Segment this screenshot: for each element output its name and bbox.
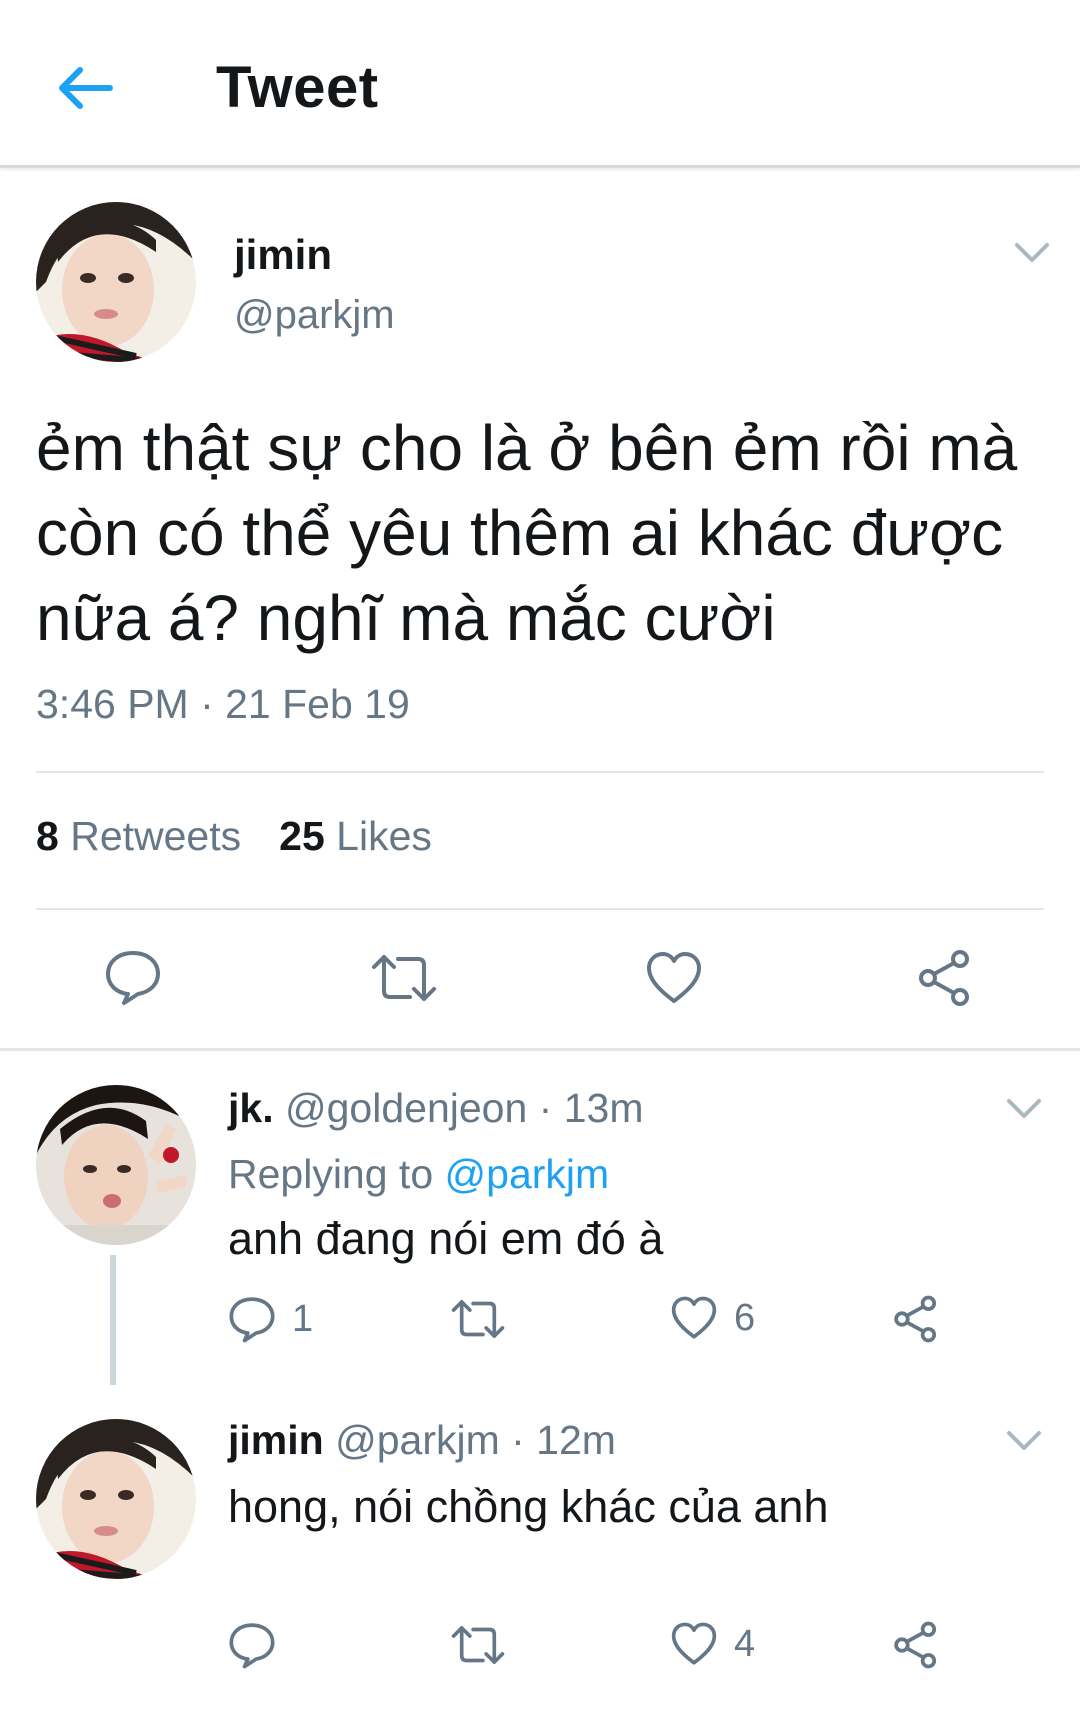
reply-time: · 12m xyxy=(511,1417,616,1463)
retweet-icon xyxy=(372,955,436,1001)
like-count: 4 xyxy=(734,1622,756,1665)
mention-link[interactable]: @parkjm xyxy=(445,1151,610,1197)
replying-to: Replying to @parkjm xyxy=(228,1151,610,1197)
share-icon xyxy=(919,950,969,1006)
retweet-button[interactable] xyxy=(450,1623,522,1667)
tweet-text: ẻm thật sự cho là ở bên ẻm rồi mà còn có… xyxy=(36,412,1018,654)
reply-header: jimin @parkjm · 12m xyxy=(228,1417,616,1464)
top-app-bar: Tweet xyxy=(0,0,1080,168)
reply-icon xyxy=(106,951,160,1005)
tweet-timestamp[interactable]: 3:46 PM · 21 Feb 19 xyxy=(36,681,410,728)
reply-time: · 13m xyxy=(538,1085,644,1131)
back-button[interactable] xyxy=(50,52,122,124)
reply-header: jk. @goldenjeon · 13m xyxy=(228,1085,643,1132)
heart-icon xyxy=(671,1622,717,1665)
reply-text: hong, nói chồng khác của anh xyxy=(228,1481,829,1532)
chevron-down-icon xyxy=(1007,1431,1041,1450)
avatar[interactable] xyxy=(36,1419,196,1579)
reply-button[interactable] xyxy=(104,948,162,1006)
engagement-stats: 8 Retweets 25 Likes xyxy=(36,813,432,860)
avatar[interactable] xyxy=(36,202,196,362)
arrow-left-icon xyxy=(59,67,113,109)
more-options-button[interactable] xyxy=(1000,1417,1048,1465)
retweets-stat[interactable]: 8 Retweets xyxy=(36,813,241,860)
reply-icon xyxy=(229,1623,275,1669)
author-name[interactable]: jimin xyxy=(228,1417,324,1463)
author-name[interactable]: jimin xyxy=(234,231,332,279)
reply-tweet[interactable]: jk. @goldenjeon · 13m Replying to @parkj… xyxy=(0,1055,1080,1385)
like-count: 6 xyxy=(734,1296,756,1339)
more-options-button[interactable] xyxy=(1000,1085,1048,1133)
like-button[interactable]: 4 xyxy=(670,1622,755,1666)
heart-icon xyxy=(671,1296,717,1339)
author-handle[interactable]: @parkjm xyxy=(335,1417,500,1463)
retweet-icon xyxy=(451,1626,505,1664)
author-name[interactable]: jk. xyxy=(228,1085,274,1131)
like-button[interactable]: 6 xyxy=(670,1296,755,1340)
reply-text: anh đang nói em đó à xyxy=(228,1213,664,1264)
reply-tweet[interactable]: jimin @parkjm · 12m hong, nói chồng khác… xyxy=(0,1385,1080,1705)
share-icon xyxy=(894,1621,937,1669)
author-handle[interactable]: @parkjm xyxy=(234,293,395,338)
divider xyxy=(36,771,1044,773)
chevron-down-icon xyxy=(1015,243,1049,262)
share-button[interactable] xyxy=(892,1295,940,1343)
thread-connector xyxy=(110,1255,116,1385)
main-tweet: jimin @parkjm ẻm thật sự cho là ở bên ẻm… xyxy=(0,171,1080,1051)
retweet-icon xyxy=(451,1300,505,1338)
reply-count: 1 xyxy=(292,1297,314,1340)
share-icon xyxy=(894,1295,937,1343)
like-button[interactable] xyxy=(645,951,703,1005)
reply-icon xyxy=(229,1297,275,1343)
avatar[interactable] xyxy=(36,1085,196,1245)
share-button[interactable] xyxy=(892,1621,940,1669)
divider xyxy=(36,908,1044,910)
retweet-button[interactable] xyxy=(370,951,438,1005)
author-handle[interactable]: @goldenjeon xyxy=(285,1085,527,1131)
share-button[interactable] xyxy=(916,949,974,1007)
heart-icon xyxy=(647,952,701,1003)
likes-stat[interactable]: 25 Likes xyxy=(279,813,432,860)
chevron-down-icon xyxy=(1007,1099,1041,1118)
page-title: Tweet xyxy=(216,55,379,120)
more-options-button[interactable] xyxy=(1008,229,1056,277)
reply-button[interactable] xyxy=(228,1621,292,1669)
retweet-button[interactable] xyxy=(450,1297,522,1341)
reply-button[interactable]: 1 xyxy=(228,1295,313,1343)
